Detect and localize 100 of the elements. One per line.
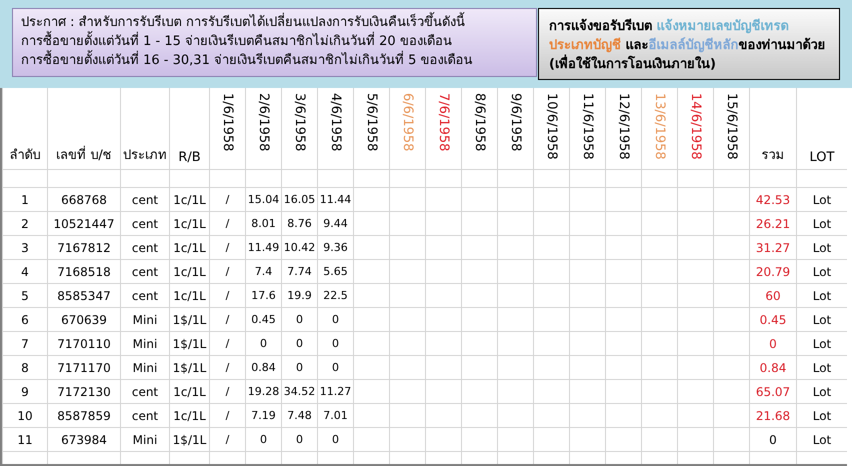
- table-cell: 7.19: [251, 409, 276, 422]
- table-cell: 7.48: [287, 409, 312, 422]
- account-type: Mini: [132, 312, 158, 326]
- rebate-rate: 1$/1L: [172, 336, 206, 350]
- total-value: 0.84: [760, 360, 786, 374]
- column-header: ลำดับ: [10, 147, 40, 165]
- lot-label: Lot: [812, 192, 832, 206]
- column-header: รวม: [762, 147, 784, 165]
- table-cell: 9.36: [323, 241, 348, 254]
- date-header: 9/6/1958: [508, 93, 523, 152]
- row-number: 3: [21, 240, 29, 254]
- column-header: ประเภท: [123, 147, 167, 165]
- date-header: 2/6/1958: [256, 93, 271, 152]
- table-cell: 8.76: [287, 217, 312, 230]
- table-cell: 0.45: [251, 313, 276, 326]
- table-cell: 11.49: [248, 241, 280, 254]
- table-cell: 0: [296, 433, 303, 446]
- row-number: 4: [21, 264, 29, 278]
- table-cell: 19.9: [287, 289, 312, 302]
- table-cell: 11.44: [320, 193, 352, 206]
- rebate-rate: 1c/1L: [173, 384, 206, 398]
- date-header: 15/6/1958: [724, 93, 739, 160]
- lot-label: Lot: [812, 384, 832, 398]
- table-cell: 0: [296, 313, 303, 326]
- account-number: 7171170: [57, 360, 111, 374]
- row-number: 1: [21, 192, 29, 206]
- row-number: 2: [21, 216, 29, 230]
- lot-label: Lot: [812, 336, 832, 350]
- notice-line: การซื้อขายตั้งแต่วันที่ 1 - 15 จ่ายเงินรีเบตคืนสมาชิกไม่เกินวันที่ 20 ของเดือน: [21, 32, 528, 51]
- table-cell: /: [226, 433, 230, 446]
- account-type: cent: [132, 408, 158, 422]
- lot-label: Lot: [812, 264, 832, 278]
- total-value: 42.53: [756, 192, 790, 206]
- table-cell: /: [226, 385, 230, 398]
- lot-label: Lot: [812, 288, 832, 302]
- account-type: cent: [132, 384, 158, 398]
- table-cell: 0: [332, 433, 339, 446]
- rebate-rate: 1c/1L: [173, 192, 206, 206]
- table-cell: 34.52: [284, 385, 316, 398]
- table-cell: /: [226, 313, 230, 326]
- row-number: 10: [17, 408, 33, 422]
- rebate-rate: 1c/1L: [173, 264, 206, 278]
- table-cell: 7.74: [287, 265, 312, 278]
- lot-label: Lot: [812, 408, 832, 422]
- total-value: 21.68: [756, 408, 790, 422]
- account-type: Mini: [132, 360, 158, 374]
- date-header: 12/6/1958: [616, 93, 631, 160]
- date-header: 13/6/1958: [652, 93, 667, 160]
- table-cell: 5.65: [323, 265, 348, 278]
- rebate-rate: 1$/1L: [172, 312, 206, 326]
- account-type: cent: [132, 240, 158, 254]
- rebate-rate: 1c/1L: [173, 240, 206, 254]
- table-cell: 7.01: [323, 409, 348, 422]
- table-cell: /: [226, 361, 230, 374]
- total-value: 31.27: [756, 240, 790, 254]
- date-header: 14/6/1958: [688, 93, 703, 160]
- account-number: 7170110: [57, 336, 111, 350]
- table-cell: 7.4: [254, 265, 272, 278]
- total-value: 26.21: [756, 216, 790, 230]
- table-cell: /: [226, 193, 230, 206]
- account-number: 8585347: [57, 288, 111, 302]
- table-cell: /: [226, 289, 230, 302]
- table-cell: 0: [332, 337, 339, 350]
- account-number: 8587859: [57, 408, 111, 422]
- row-number: 8: [21, 360, 29, 374]
- table-cell: 0: [260, 337, 267, 350]
- table-cell: 0: [296, 361, 303, 374]
- account-type: Mini: [132, 336, 158, 350]
- lot-label: Lot: [812, 216, 832, 230]
- date-header: 10/6/1958: [544, 93, 559, 160]
- table-cell: /: [226, 241, 230, 254]
- total-value: 0: [769, 432, 777, 446]
- notice-line: การซื้อขายตั้งแต่วันที่ 16 - 30,31 จ่ายเงินรีเบตคืนสมาชิกไม่เกินวันที่ 5 ของเดือน: [21, 51, 528, 70]
- column-header: เลขที่ บ/ช: [56, 144, 112, 165]
- lot-label: Lot: [812, 240, 832, 254]
- table-cell: 22.5: [323, 289, 348, 302]
- table-cell: 8.01: [251, 217, 276, 230]
- table-cell: 0: [332, 361, 339, 374]
- table-cell: /: [226, 409, 230, 422]
- account-number: 668768: [61, 192, 107, 206]
- table-cell: 9.44: [323, 217, 348, 230]
- table-cell: 0: [296, 337, 303, 350]
- row-number: 7: [21, 336, 29, 350]
- date-header: 3/6/1958: [292, 93, 307, 152]
- row-number: 11: [17, 432, 33, 446]
- date-header: 5/6/1958: [364, 93, 379, 152]
- rebate-rate: 1c/1L: [173, 288, 206, 302]
- date-header: 1/6/1958: [220, 93, 235, 152]
- date-header: 4/6/1958: [328, 93, 343, 152]
- account-number: 7168518: [57, 264, 111, 278]
- rebate-rate: 1$/1L: [172, 360, 206, 374]
- table-cell: /: [226, 337, 230, 350]
- account-type: Mini: [132, 432, 158, 446]
- date-header: 11/6/1958: [580, 93, 595, 160]
- rebate-rate: 1$/1L: [172, 432, 206, 446]
- request-text: การแจ้งขอรับรีเบต แจ้งหมายเลขบัญชีเทรด ประเภทบัญชี และอีเมลล์บัญชีหลักของท่านมาด้วย (เพื่อใช้ในการโอนเงินภายใน): [549, 18, 827, 74]
- table-cell: 16.05: [284, 193, 316, 206]
- table-cell: 11.27: [320, 385, 352, 398]
- total-value: 20.79: [756, 264, 790, 278]
- account-number: 10521447: [53, 216, 115, 230]
